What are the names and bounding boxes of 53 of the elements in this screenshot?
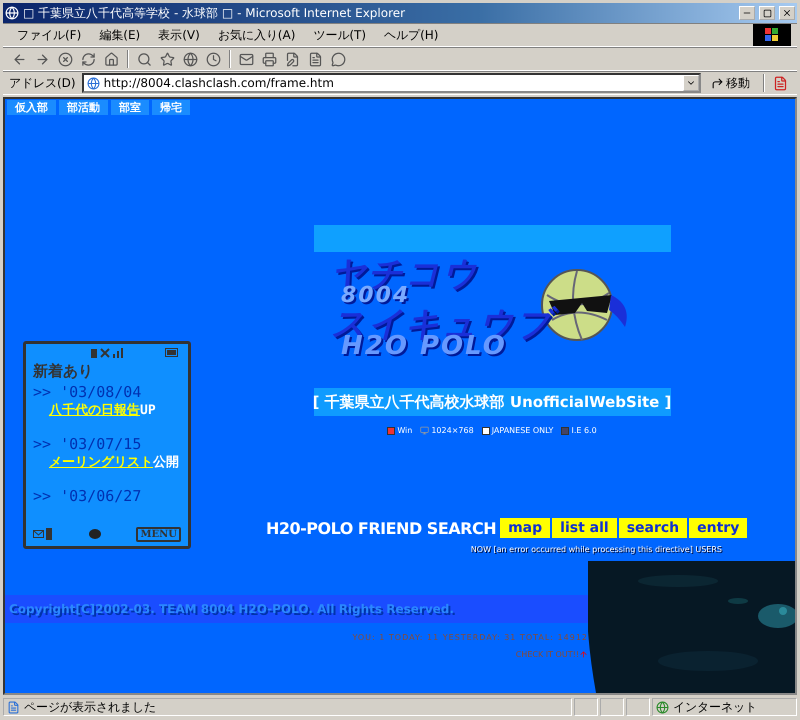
requirement-label: JAPANESE ONLY bbox=[492, 426, 554, 435]
dot-icon bbox=[88, 529, 101, 539]
visitor-counter: YOU: 1 TODAY: 11 YESTERDAY: 31 TOTAL: 14912 bbox=[352, 633, 588, 642]
close-button[interactable] bbox=[779, 6, 795, 20]
news-suffix: UP bbox=[140, 403, 156, 418]
monitor-icon bbox=[420, 426, 430, 435]
status-pane bbox=[600, 698, 624, 716]
search-link-button[interactable]: list all bbox=[552, 518, 617, 538]
friend-search-title: H20-POLO FRIEND SEARCH bbox=[265, 518, 498, 538]
signal-icon bbox=[91, 348, 125, 358]
address-label: アドレス(D) bbox=[9, 74, 77, 92]
menu-item[interactable]: お気に入り(A) bbox=[210, 24, 304, 46]
close-icon bbox=[782, 8, 792, 18]
search-link-button[interactable]: search bbox=[618, 518, 688, 538]
search-link-button[interactable]: map bbox=[500, 518, 550, 538]
news-heading: 新着あり bbox=[33, 362, 94, 381]
users-text: NOW [an error occurred while processing this directive] USERS bbox=[470, 545, 722, 554]
news-date: >> '03/08/04 bbox=[33, 383, 142, 401]
menu-item[interactable]: 表示(V) bbox=[150, 24, 208, 46]
news-date: >> '03/06/27 bbox=[33, 487, 142, 505]
mail-icon bbox=[33, 528, 53, 540]
menu-key[interactable]: MENU bbox=[136, 526, 181, 542]
maximize-button[interactable] bbox=[759, 6, 775, 20]
menu-item[interactable]: ツール(T) bbox=[305, 24, 374, 46]
zone-text: インターネット bbox=[673, 698, 757, 716]
requirement-label: 1024×768 bbox=[431, 426, 474, 435]
status-text: ページが表示されました bbox=[24, 698, 156, 716]
battery-icon bbox=[165, 348, 179, 357]
menu-item[interactable]: 編集(E) bbox=[91, 24, 148, 46]
globe-icon bbox=[656, 700, 669, 714]
page-icon bbox=[7, 700, 20, 714]
address-field[interactable]: http://8004.clashclash.com/frame.htm bbox=[82, 73, 701, 93]
dropdown-button[interactable] bbox=[683, 75, 699, 91]
arrow-up-icon bbox=[579, 650, 588, 659]
requirement-label: Win bbox=[397, 426, 412, 435]
status-pane bbox=[626, 698, 650, 716]
copyright-bar: Copyright[C]2002-03. TEAM 8004 H2O-POLO. All Rights Reserved. bbox=[5, 595, 588, 623]
minimize-button[interactable] bbox=[739, 6, 755, 20]
search-link-button[interactable]: entry bbox=[689, 518, 748, 538]
go-button[interactable]: 移動 bbox=[703, 74, 758, 92]
arrow-icon bbox=[711, 76, 724, 90]
news-date: >> '03/07/15 bbox=[33, 435, 142, 453]
requirement-label: I.E 6.0 bbox=[571, 426, 597, 435]
maximize-icon bbox=[762, 8, 772, 18]
menu-item[interactable]: ファイル(F) bbox=[9, 24, 90, 46]
globe-icon bbox=[86, 76, 100, 90]
news-suffix: 公開 bbox=[153, 455, 179, 470]
window-title: □ 千葉県立八千代高等学校 - 水球部 □ - Microsoft Internet Explorer bbox=[23, 4, 406, 22]
flag-icon bbox=[482, 426, 490, 434]
status-pane bbox=[574, 698, 598, 716]
site-title: [ 千葉県立八千代高校水球部 UnofficialWebSite ] bbox=[314, 388, 670, 416]
windows-logo-icon bbox=[753, 24, 791, 46]
menu-item[interactable]: ヘルプ(H) bbox=[376, 24, 446, 46]
